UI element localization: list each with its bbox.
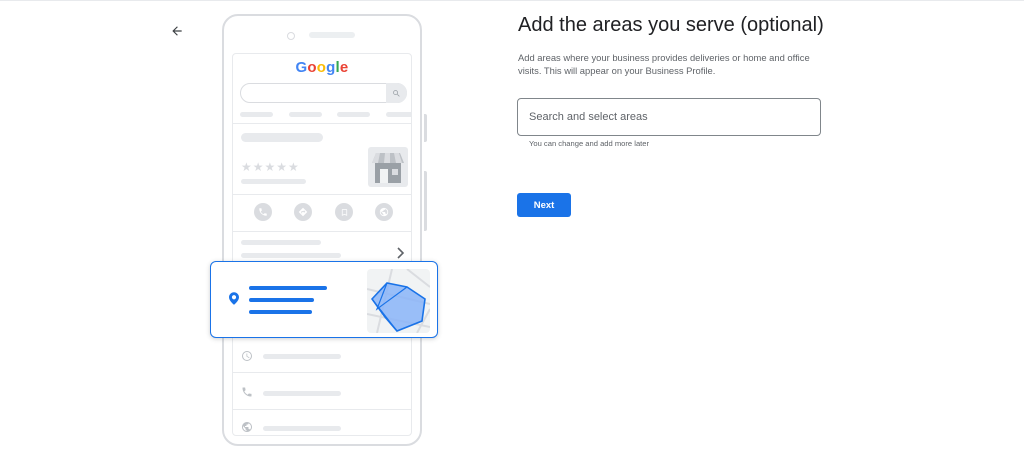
directions-icon	[294, 203, 312, 221]
divider	[233, 231, 411, 232]
mock-search-bar	[240, 83, 407, 103]
search-areas-input[interactable]	[517, 98, 821, 136]
mock-category	[241, 179, 306, 184]
mock-text-line	[241, 253, 341, 258]
globe-icon	[375, 203, 393, 221]
divider	[233, 123, 411, 124]
mock-tab	[386, 112, 411, 117]
chevron-right-icon	[397, 247, 405, 259]
service-area-map	[367, 269, 430, 333]
phone-icon	[242, 387, 252, 397]
storefront-icon	[368, 147, 408, 187]
clock-icon	[242, 351, 252, 361]
bookmark-icon	[335, 203, 353, 221]
card-text-line	[249, 310, 312, 314]
mock-text-line	[263, 391, 341, 396]
page-title: Add the areas you serve (optional)	[518, 14, 824, 36]
card-text-line	[249, 286, 327, 290]
logo-letter: G	[295, 59, 308, 76]
mock-text-line	[241, 240, 321, 245]
phone-side-button	[424, 114, 427, 142]
phone-side-button	[424, 171, 427, 231]
mock-business-name	[241, 133, 323, 142]
globe-icon	[242, 422, 252, 432]
mock-tab	[289, 112, 322, 117]
divider	[233, 409, 411, 410]
location-pin-icon	[229, 292, 239, 305]
mock-text-line	[263, 354, 341, 359]
back-button[interactable]	[166, 20, 188, 42]
mock-tab	[240, 112, 273, 117]
divider	[233, 372, 411, 373]
card-text-line	[249, 298, 314, 302]
mock-text-line	[263, 426, 341, 431]
logo-letter: e	[339, 59, 349, 76]
page-description: Add areas where your business provides d…	[518, 52, 810, 76]
next-button[interactable]: Next	[517, 193, 571, 217]
star-rating: ★★★★★	[241, 160, 300, 174]
divider	[233, 194, 411, 195]
logo-letter: g	[326, 59, 336, 76]
logo-letter: o	[316, 59, 327, 76]
logo-letter: o	[307, 59, 317, 76]
mock-search-button	[386, 83, 407, 103]
mock-tab	[337, 112, 370, 117]
service-area-card	[210, 261, 438, 338]
top-divider	[0, 0, 1024, 1]
arrow-back-icon	[172, 26, 182, 36]
phone-screen: Google ★★★★★	[232, 53, 412, 436]
search-icon	[393, 89, 400, 97]
phone-icon	[254, 203, 272, 221]
phone-speaker	[309, 32, 355, 38]
phone-illustration: Google ★★★★★	[222, 14, 427, 446]
helper-text: You can change and add more later	[529, 139, 650, 148]
google-logo: Google	[233, 59, 411, 76]
phone-camera	[287, 32, 295, 40]
